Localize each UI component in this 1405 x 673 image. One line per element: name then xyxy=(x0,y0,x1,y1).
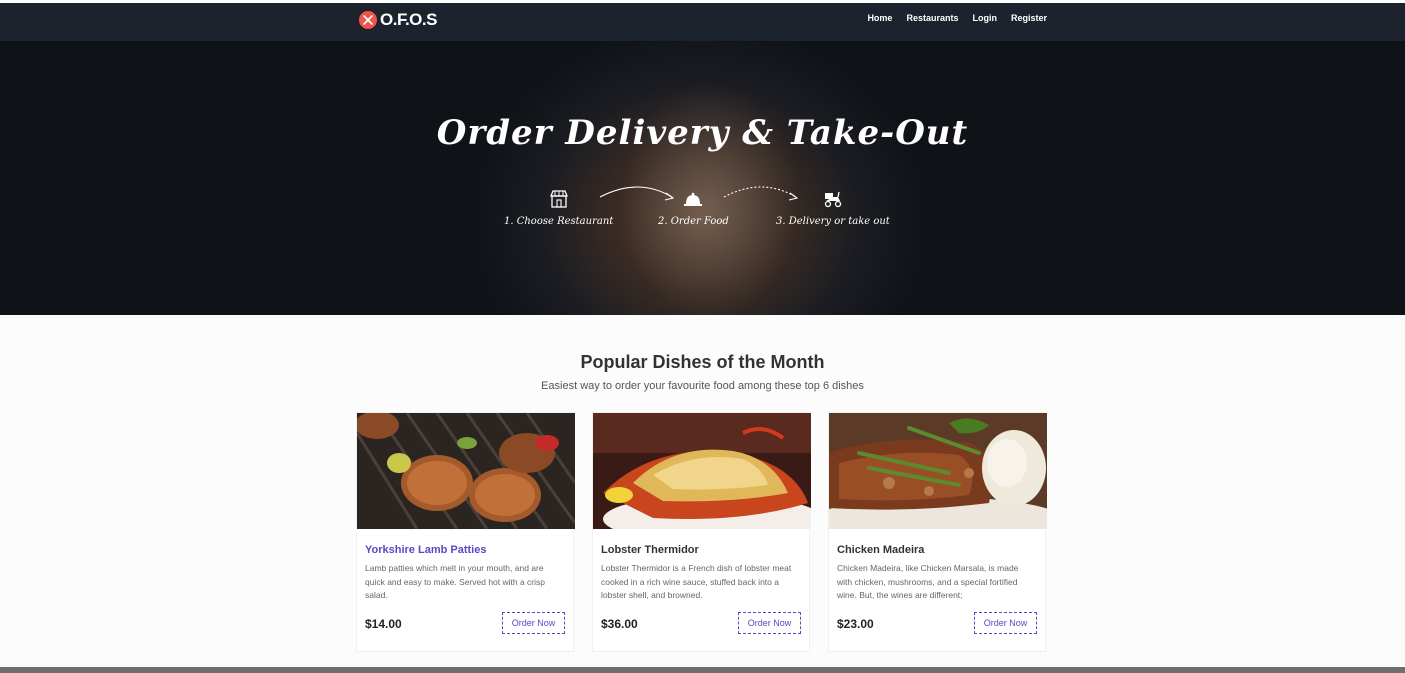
dish-image-chicken-madeira[interactable] xyxy=(829,413,1047,529)
horizontal-scrollbar[interactable] xyxy=(0,667,1405,673)
hero-title: Order Delivery & Take-Out xyxy=(436,113,969,153)
dish-card[interactable]: Yorkshire Lamb Patties Lamb patties whic… xyxy=(356,412,575,652)
dish-image-lamb-patties[interactable] xyxy=(357,413,575,529)
page-bottom-gap xyxy=(0,652,1405,667)
brand-name: O.F.O.S xyxy=(380,10,437,29)
dish-description: Chicken Madeira, like Chicken Marsala, i… xyxy=(837,563,1019,600)
order-now-button[interactable]: Order Now xyxy=(974,612,1037,634)
step-order-food: 2. Order Food xyxy=(658,189,729,229)
dish-price: $23.00 xyxy=(837,617,874,631)
nav-register[interactable]: Register xyxy=(1011,13,1047,23)
step-delivery: 3. Delivery or take out xyxy=(776,189,890,229)
hero-banner: Order Delivery & Take-Out 1. Choose Rest… xyxy=(0,41,1405,315)
fork-knife-icon xyxy=(359,11,377,29)
popular-subtitle: Easiest way to order your favourite food… xyxy=(541,380,864,392)
nav-login[interactable]: Login xyxy=(972,13,997,23)
dish-name[interactable]: Chicken Madeira xyxy=(837,544,924,556)
nav-home[interactable]: Home xyxy=(867,13,892,23)
dish-name[interactable]: Yorkshire Lamb Patties xyxy=(365,544,486,556)
restaurant-icon xyxy=(549,190,568,208)
delivery-scooter-icon xyxy=(824,191,842,208)
dish-name[interactable]: Lobster Thermidor xyxy=(601,544,699,556)
nav-restaurants[interactable]: Restaurants xyxy=(906,13,958,23)
dish-description: Lamb patties which melt in your mouth, a… xyxy=(365,563,546,600)
order-now-button[interactable]: Order Now xyxy=(738,612,801,634)
cloche-icon xyxy=(684,192,703,206)
navbar: O.F.O.S Home Restaurants Login Register xyxy=(0,3,1405,41)
step-choose-restaurant: 1. Choose Restaurant xyxy=(504,189,613,229)
popular-title: Popular Dishes of the Month xyxy=(580,352,825,372)
dish-description: Lobster Thermidor is a French dish of lo… xyxy=(601,563,792,600)
dish-price: $36.00 xyxy=(601,617,638,631)
dish-card[interactable]: Chicken Madeira Chicken Madeira, like Ch… xyxy=(828,412,1047,652)
main-nav: Home Restaurants Login Register xyxy=(867,13,1047,23)
dish-image-lobster-thermidor[interactable] xyxy=(593,413,811,529)
order-steps: 1. Choose Restaurant 2. Order Food 3. De… xyxy=(490,186,920,239)
dish-price: $14.00 xyxy=(365,617,402,631)
dish-card[interactable]: Lobster Thermidor Lobster Thermidor is a… xyxy=(592,412,811,652)
brand-logo[interactable]: O.F.O.S xyxy=(359,9,437,31)
order-now-button[interactable]: Order Now xyxy=(502,612,565,634)
